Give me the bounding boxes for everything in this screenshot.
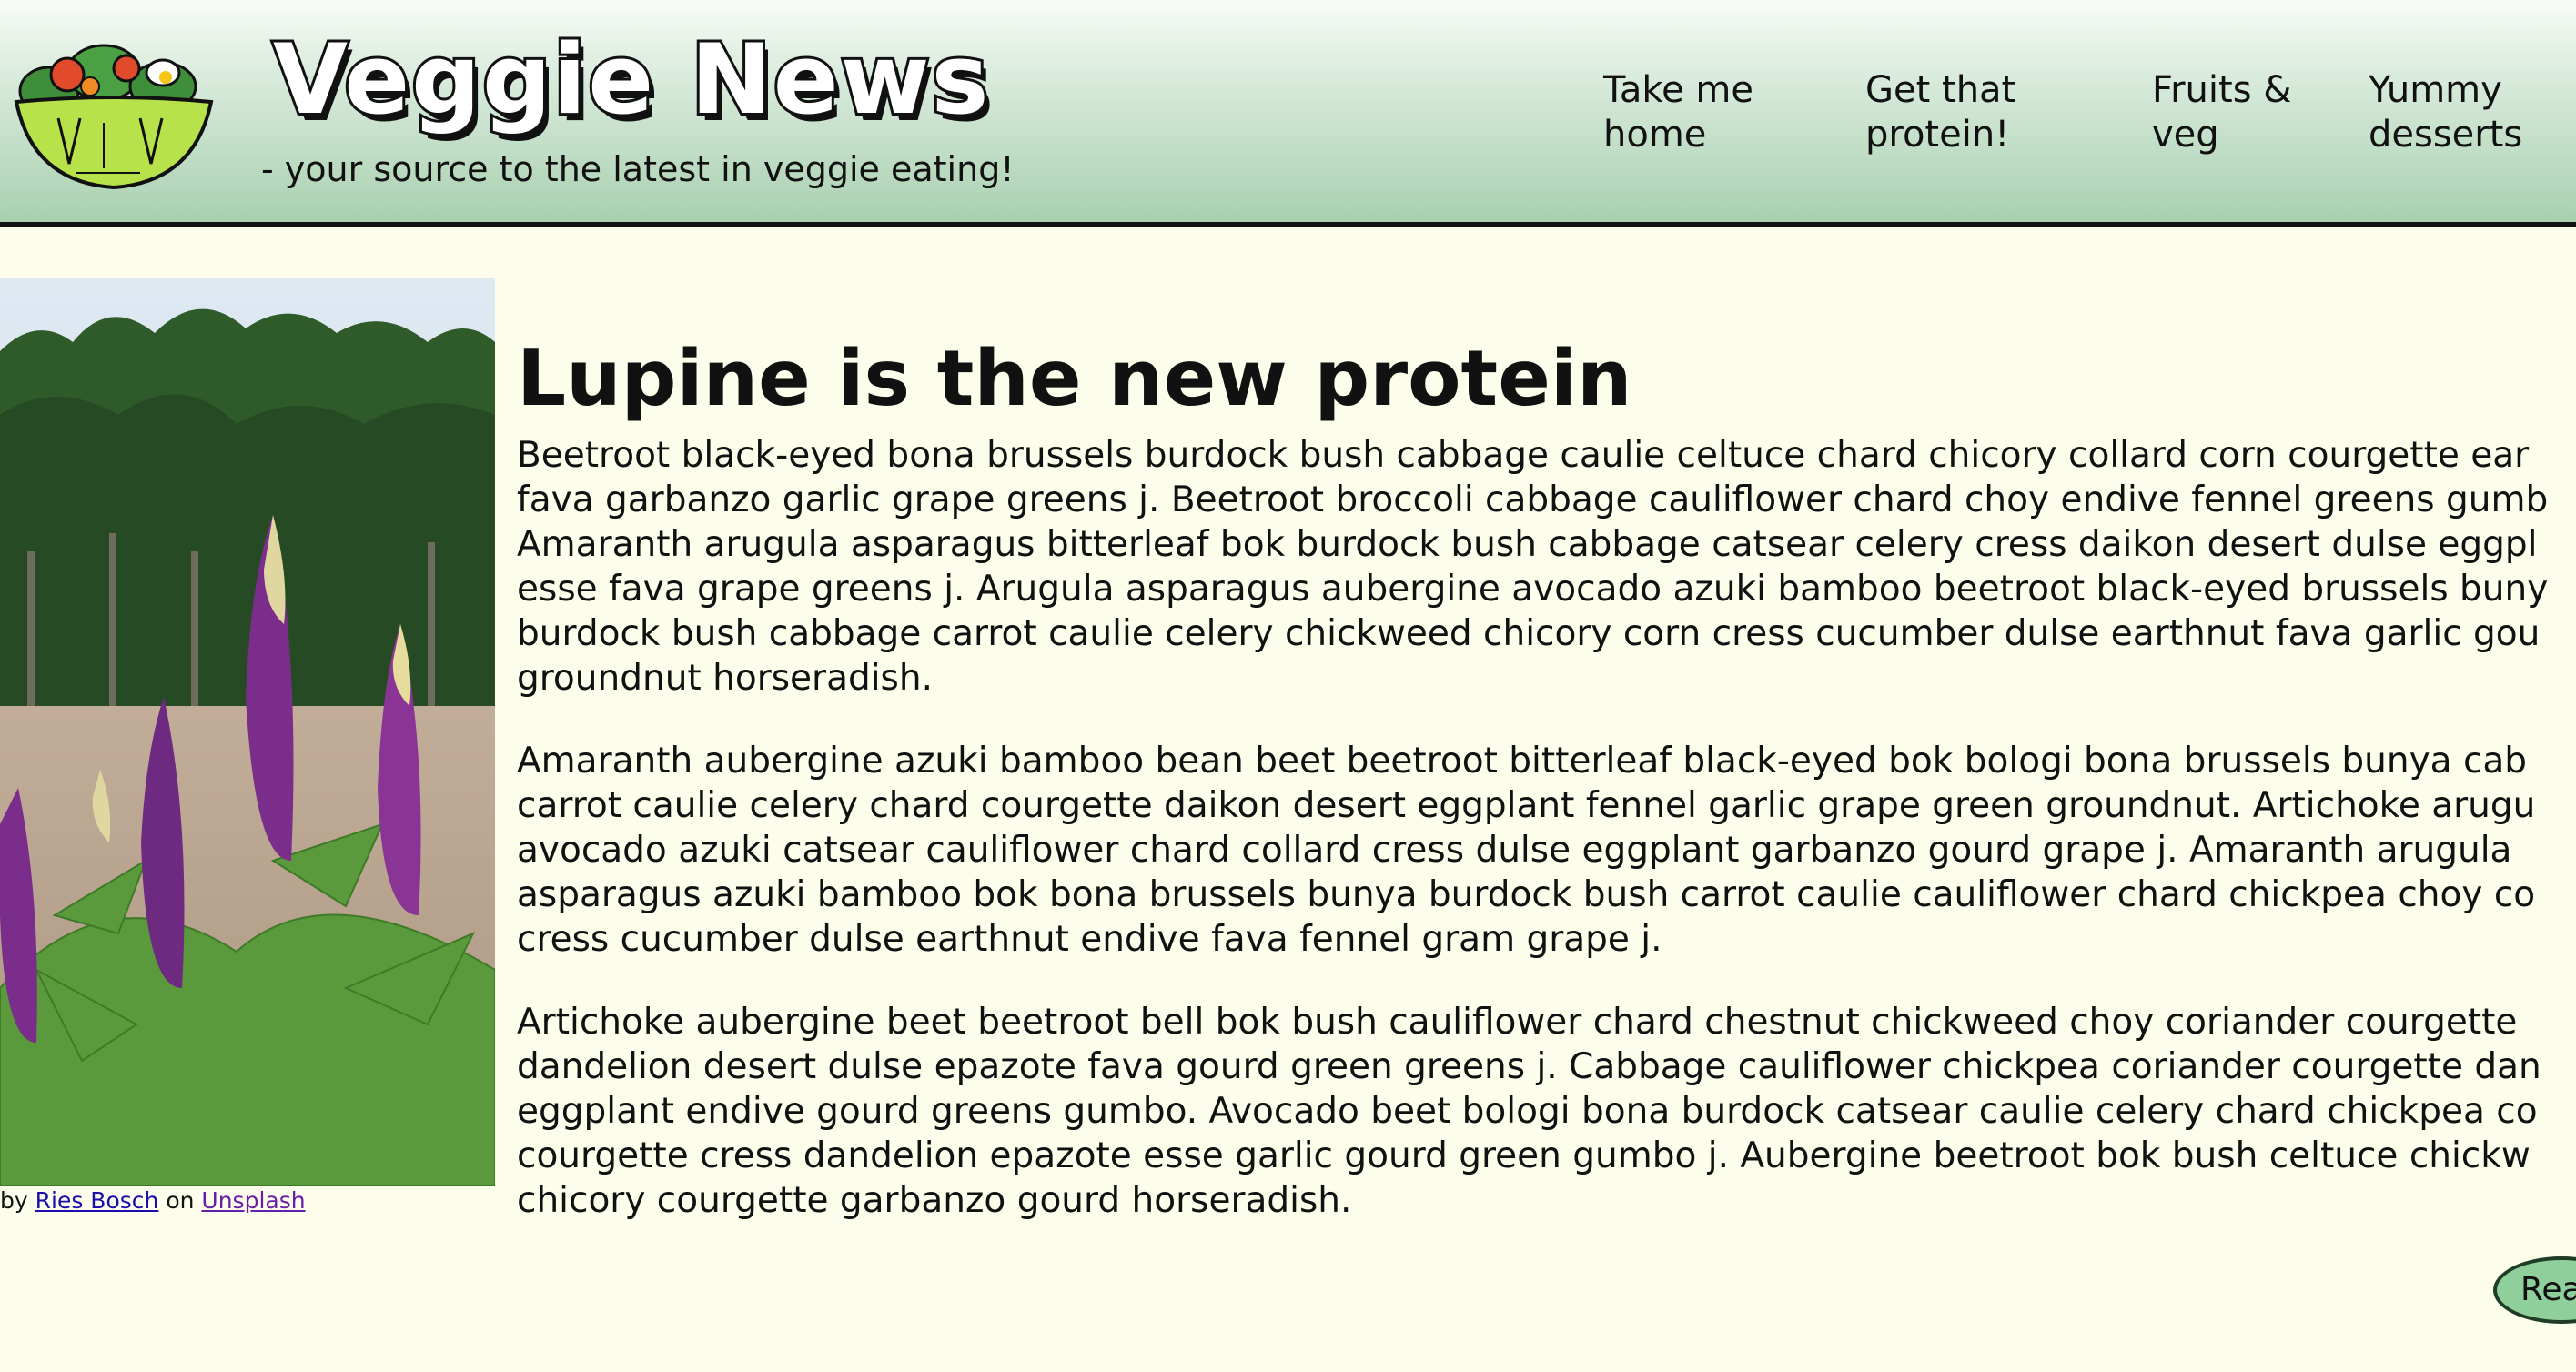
nav-link-fruits-veg[interactable]: Fruits & veg bbox=[2152, 68, 2307, 157]
read-more-button[interactable]: Reac bbox=[2493, 1256, 2576, 1324]
lupine-photo bbox=[0, 278, 495, 1186]
nav-link-protein-line1: Get that bbox=[1865, 69, 2016, 111]
nav-link-home-line2: home bbox=[1603, 114, 1707, 156]
nav-link-fruits-line1: Fruits & bbox=[2152, 69, 2292, 111]
article-title: Lupine is the new protein bbox=[517, 334, 1632, 424]
paragraph-line: chicory courgette garbanzo gourd horsera… bbox=[517, 1180, 1352, 1221]
nav-link-protein[interactable]: Get that protein! bbox=[1865, 68, 2047, 157]
paragraph-line: fava garbanzo garlic grape greens j. Bee… bbox=[517, 479, 2549, 520]
nav-link-desserts-line1: Yummy bbox=[2369, 69, 2502, 111]
page: Veggie News - your source to the latest … bbox=[0, 0, 2576, 1372]
paragraph-line: burdock bush cabbage carrot caulie celer… bbox=[517, 613, 2541, 654]
nav-link-protein-line2: protein! bbox=[1865, 114, 2010, 156]
nav-link-fruits-line2: veg bbox=[2152, 114, 2219, 156]
paragraph-line: eggplant endive gourd greens gumbo. Avoc… bbox=[517, 1091, 2538, 1132]
photo-caption: by Ries Bosch on Unsplash bbox=[0, 1185, 306, 1217]
site-tagline: - your source to the latest in veggie ea… bbox=[261, 149, 1015, 189]
paragraph-line: carrot caulie celery chard courgette dai… bbox=[517, 785, 2536, 826]
caption-prefix: by bbox=[0, 1187, 28, 1214]
veggie-bowl-logo[interactable] bbox=[13, 36, 215, 191]
paragraph-line: Amaranth arugula asparagus bitterleaf bo… bbox=[517, 524, 2538, 565]
paragraph-line: groundnut horseradish. bbox=[517, 658, 933, 699]
article-paragraph-2: Amaranth aubergine azuki bamboo bean bee… bbox=[517, 739, 2576, 962]
caption-author-link[interactable]: Ries Bosch bbox=[35, 1187, 159, 1214]
article-paragraph-1: Beetroot black-eyed bona brussels burdoc… bbox=[517, 433, 2576, 701]
paragraph-line: asparagus azuki bamboo bok bona brussels… bbox=[517, 874, 2536, 915]
site-header: Veggie News - your source to the latest … bbox=[0, 0, 2576, 227]
caption-source-link[interactable]: Unsplash bbox=[201, 1187, 305, 1214]
article-figure bbox=[0, 278, 495, 1186]
paragraph-line: Artichoke aubergine beet beetroot bell b… bbox=[517, 1002, 2518, 1043]
paragraph-line: Beetroot black-eyed bona brussels burdoc… bbox=[517, 435, 2530, 476]
nav-link-home[interactable]: Take me home bbox=[1603, 68, 1785, 157]
nav-link-desserts-line2: desserts bbox=[2369, 114, 2523, 156]
paragraph-line: avocado azuki catsear cauliflower chard … bbox=[517, 830, 2512, 871]
paragraph-line: Amaranth aubergine azuki bamboo bean bee… bbox=[517, 741, 2528, 782]
caption-middle: on bbox=[166, 1187, 195, 1214]
nav-link-desserts[interactable]: Yummy desserts bbox=[2369, 68, 2551, 157]
article-paragraph-3: Artichoke aubergine beet beetroot bell b… bbox=[517, 1000, 2576, 1223]
site-title[interactable]: Veggie News bbox=[270, 23, 992, 137]
paragraph-line: courgette cress dandelion epazote esse g… bbox=[517, 1135, 2531, 1176]
paragraph-line: esse fava grape greens j. Arugula aspara… bbox=[517, 569, 2549, 610]
article-body: Beetroot black-eyed bona brussels burdoc… bbox=[517, 433, 2576, 1261]
nav-link-home-line1: Take me bbox=[1603, 69, 1753, 111]
paragraph-line: cress cucumber dulse earthnut endive fav… bbox=[517, 919, 1662, 960]
paragraph-line: dandelion desert dulse epazote fava gour… bbox=[517, 1046, 2541, 1087]
